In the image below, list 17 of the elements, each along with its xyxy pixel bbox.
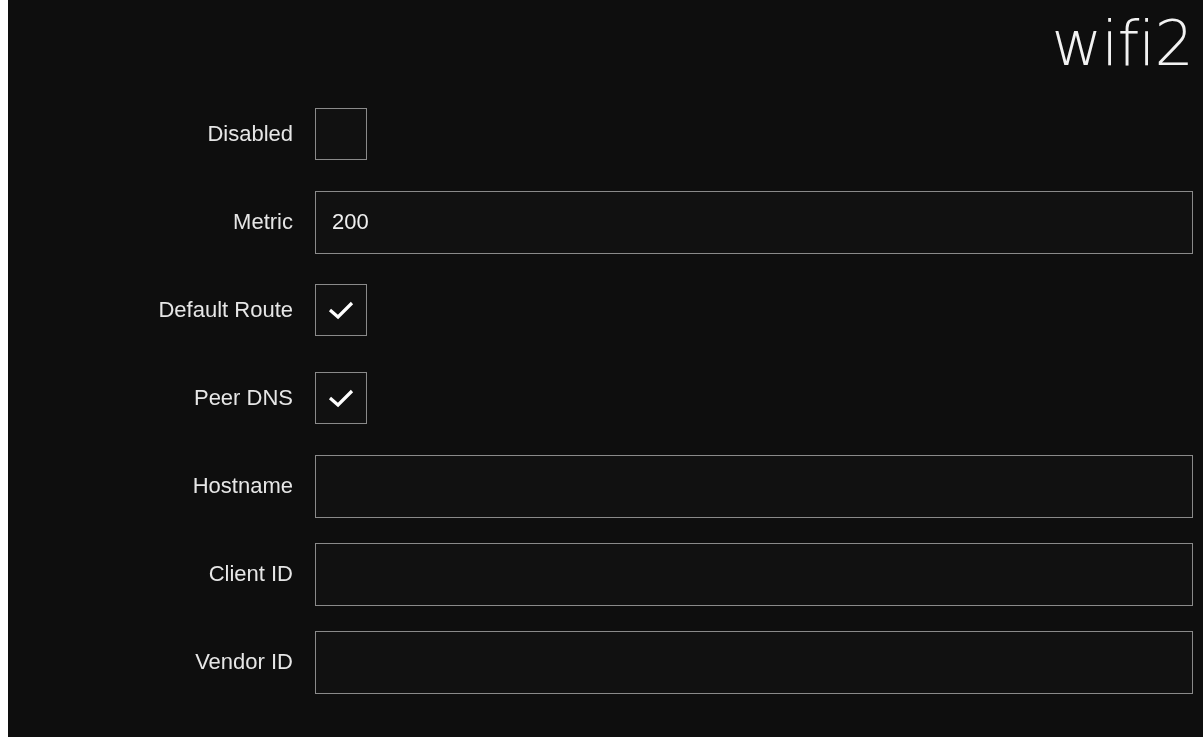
- field-label: Disabled: [206, 121, 293, 147]
- field-label: Client ID: [207, 561, 293, 587]
- checkbox[interactable]: [315, 284, 367, 336]
- checkbox[interactable]: [315, 108, 367, 160]
- field-label: Metric: [232, 209, 293, 235]
- input-field[interactable]: [315, 454, 1193, 518]
- checkmark-icon: [328, 300, 354, 320]
- field-label: Peer DNS: [192, 385, 293, 411]
- field-label: Hostname: [191, 473, 293, 499]
- checkmark-icon: [328, 388, 354, 408]
- input-field[interactable]: [315, 542, 1193, 606]
- input-field[interactable]: 200: [315, 190, 1193, 254]
- field-label: Vendor ID: [194, 649, 293, 675]
- checkbox[interactable]: [315, 372, 367, 424]
- field-label: Default Route: [157, 297, 293, 323]
- page-title: wifi2: [1051, 8, 1193, 80]
- input-field[interactable]: [315, 630, 1193, 694]
